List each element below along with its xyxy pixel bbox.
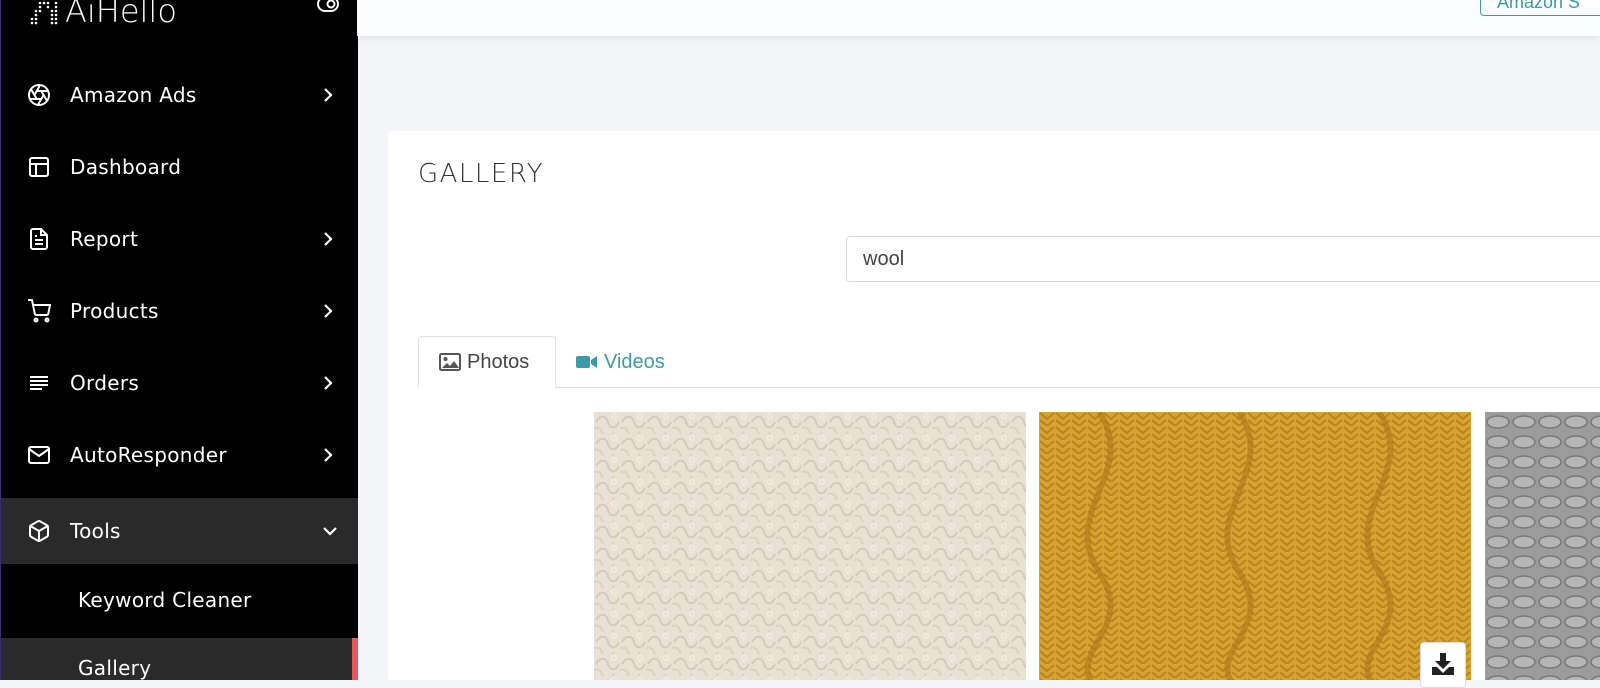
box-icon (27, 519, 51, 543)
file-text-icon (27, 227, 51, 251)
sidebar-item-label: Report (70, 227, 138, 251)
sidebar-item-amazon-ads[interactable]: Amazon Ads (1, 62, 358, 128)
chevron-right-icon (321, 232, 335, 246)
sidebar-subitem-label: Gallery (78, 656, 151, 680)
top-bar (357, 0, 1600, 36)
tab-videos[interactable]: Videos (576, 336, 665, 388)
lines-icon (27, 371, 51, 395)
download-button[interactable] (1420, 642, 1466, 688)
sidebar-subitem-keyword-cleaner[interactable]: Keyword Cleaner (1, 570, 358, 630)
sidebar: AiHello Amazon Ads Dashboard Report Prod… (0, 0, 358, 680)
video-camera-icon (576, 354, 598, 370)
sidebar-item-label: Tools (70, 519, 121, 543)
sidebar-item-autoresponder[interactable]: AutoResponder (1, 422, 358, 488)
cart-icon (27, 299, 51, 323)
tab-label: Videos (604, 351, 665, 374)
chevron-right-icon (321, 376, 335, 390)
tab-photos[interactable]: Photos (418, 336, 556, 388)
gallery-photo[interactable] (1485, 412, 1600, 680)
gallery-photo[interactable] (594, 412, 1026, 680)
gallery-photo[interactable] (1039, 412, 1471, 680)
logo-text: AiHello (65, 0, 177, 30)
sidebar-item-report[interactable]: Report (1, 206, 358, 272)
toggle-icon[interactable] (317, 0, 339, 12)
sidebar-item-products[interactable]: Products (1, 278, 358, 344)
image-icon (439, 353, 461, 371)
sidebar-item-label: Orders (70, 371, 139, 395)
tab-label: Photos (467, 351, 529, 374)
sidebar-item-tools[interactable]: Tools (1, 498, 358, 564)
mail-icon (27, 443, 51, 467)
sidebar-item-label: Amazon Ads (70, 83, 197, 107)
chevron-right-icon (321, 304, 335, 318)
sidebar-item-label: Products (70, 299, 159, 323)
sidebar-subitem-gallery[interactable]: Gallery (1, 638, 358, 680)
gallery-card: GALLERY Photos Videos (388, 131, 1600, 680)
sidebar-item-label: Dashboard (70, 155, 181, 179)
sidebar-subitem-label: Keyword Cleaner (78, 588, 252, 612)
search-input[interactable] (846, 236, 1600, 282)
page-title: GALLERY (418, 159, 544, 189)
aperture-icon (27, 83, 51, 107)
sidebar-item-dashboard[interactable]: Dashboard (1, 134, 358, 200)
logo-mark-icon (29, 0, 59, 27)
photo-image (594, 412, 1026, 680)
chevron-right-icon (321, 448, 335, 462)
photo-image (1039, 412, 1471, 680)
chevron-down-icon (323, 524, 337, 538)
sidebar-item-label: AutoResponder (70, 443, 227, 467)
layout-icon (27, 155, 51, 179)
amazon-store-button[interactable]: Amazon S (1480, 0, 1600, 16)
chevron-right-icon (321, 88, 335, 102)
photo-image (1485, 412, 1600, 680)
download-icon (1431, 653, 1455, 675)
app-logo[interactable]: AiHello (29, 0, 177, 32)
sidebar-item-orders[interactable]: Orders (1, 350, 358, 416)
